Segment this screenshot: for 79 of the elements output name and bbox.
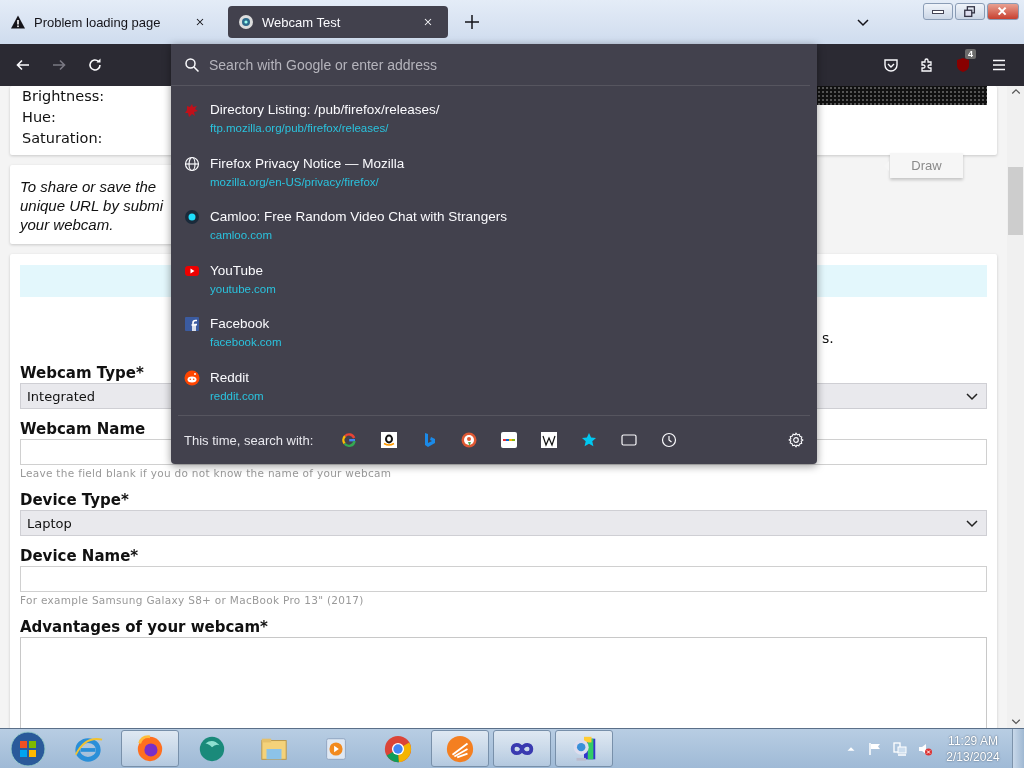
duck-logo-icon bbox=[461, 432, 477, 448]
suggestion-title: Facebook bbox=[210, 315, 271, 332]
square-logo-icon bbox=[184, 316, 200, 332]
clock-icon bbox=[661, 432, 677, 448]
taskbar-button[interactable] bbox=[121, 730, 179, 767]
tricolor-ring-icon bbox=[383, 733, 413, 764]
puzzle-piece-icon bbox=[919, 57, 935, 73]
dropdown[interactable]: Laptop bbox=[20, 510, 987, 536]
dot-icon bbox=[184, 209, 200, 225]
restore-button[interactable] bbox=[955, 3, 985, 20]
serif-logo-icon bbox=[541, 432, 557, 448]
suggestion-title: YouTube bbox=[210, 261, 265, 279]
splat-icon bbox=[184, 102, 200, 118]
tag-logo-icon bbox=[501, 432, 517, 448]
adjustment-label: Brightness: bbox=[22, 87, 105, 106]
suggestion-url: ftp.mozilla.org/pub/firefox/releases/ bbox=[210, 121, 390, 135]
suggestion-item[interactable]: Facebook facebook.com bbox=[178, 308, 810, 362]
network-icon bbox=[892, 740, 908, 757]
clock-time: 11:29 AM bbox=[948, 732, 998, 749]
text-fragment: s. bbox=[822, 329, 835, 348]
menu-icon bbox=[991, 57, 1007, 73]
star-icon bbox=[581, 432, 597, 448]
input-field[interactable] bbox=[20, 566, 987, 592]
field-label: Device Type* bbox=[20, 491, 129, 509]
field-hint: Leave the field blank if you do not know the name of your webcam bbox=[20, 466, 392, 480]
clock-date: 2/13/2024 bbox=[946, 748, 1000, 765]
suggestion-url: camloo.com bbox=[210, 228, 273, 242]
smile-logo-icon bbox=[381, 432, 397, 448]
suggestion-item[interactable]: Directory Listing: /pub/firefox/releases/ ftp.mozilla.org/pub/firefox/releases/ bbox=[178, 94, 810, 148]
suggestion-url: reddit.com bbox=[210, 388, 264, 403]
shield-icon bbox=[955, 57, 971, 73]
scrollbar-thumb[interactable] bbox=[1008, 167, 1023, 235]
suggestion-url: facebook.com bbox=[210, 335, 282, 349]
suggestion-title: Camloo: Free Random Video Chat with Strangers bbox=[210, 208, 507, 225]
restore-icon bbox=[963, 4, 977, 19]
suggestion-item[interactable]: Reddit reddit.com bbox=[178, 361, 810, 415]
ring-logo-icon bbox=[341, 432, 357, 448]
count-badge: 4 bbox=[965, 49, 976, 59]
warning-icon bbox=[10, 14, 26, 30]
back-arrow-icon bbox=[15, 57, 31, 73]
start-orb-icon bbox=[9, 730, 46, 767]
browser-tab[interactable]: Webcam Test bbox=[228, 6, 448, 38]
suggestion-url: mozilla.org/en-US/privacy/firefox/ bbox=[210, 174, 380, 189]
fox-logo-icon bbox=[135, 733, 165, 764]
taskbar-button[interactable] bbox=[555, 730, 613, 767]
forward-arrow-icon bbox=[51, 57, 67, 73]
close-icon bbox=[194, 16, 206, 28]
search-icon bbox=[184, 56, 200, 73]
webcam-icon bbox=[238, 14, 254, 30]
plus-icon bbox=[464, 14, 480, 30]
alien-face-icon bbox=[184, 369, 200, 386]
browser-tab[interactable]: Problem loading page bbox=[0, 6, 220, 38]
tab-icon bbox=[621, 432, 637, 448]
adjustment-label: Saturation: bbox=[22, 129, 104, 148]
close-icon bbox=[422, 16, 434, 28]
field-label: Device Name* bbox=[20, 547, 139, 565]
field-hint: For example Samsung Galaxy S8+ or MacBook Pro 13" (2017) bbox=[20, 593, 364, 607]
flag-icon bbox=[867, 740, 883, 757]
field-label: Webcam Type* bbox=[20, 364, 144, 382]
suggestion-title: Directory Listing: /pub/firefox/releases/ bbox=[210, 101, 440, 118]
address-field[interactable]: Search with Google or enter address bbox=[209, 56, 769, 73]
taskbar-button[interactable] bbox=[493, 730, 551, 767]
close-window-button[interactable] bbox=[987, 3, 1019, 20]
field-label: Webcam Name bbox=[20, 420, 146, 438]
adjustment-label: Hue: bbox=[22, 108, 57, 127]
minimize-button[interactable] bbox=[923, 3, 953, 20]
settings-icon bbox=[788, 432, 804, 448]
suggestion-url: youtube.com bbox=[210, 281, 276, 296]
suggestion-title: Reddit bbox=[210, 368, 251, 386]
suggestion-item[interactable]: YouTube youtube.com bbox=[178, 254, 810, 308]
burst-logo-icon bbox=[445, 733, 475, 764]
search-with-label: This time, search with: bbox=[184, 432, 315, 448]
reload-icon bbox=[87, 57, 103, 73]
pocket-icon bbox=[883, 57, 899, 73]
field-label: Advantages of your webcam* bbox=[20, 618, 268, 636]
scrollbar[interactable] bbox=[1007, 86, 1024, 728]
globe-icon bbox=[184, 155, 200, 172]
minimize-icon bbox=[932, 9, 944, 14]
blocker-extension-button[interactable]: 4 bbox=[947, 49, 979, 81]
